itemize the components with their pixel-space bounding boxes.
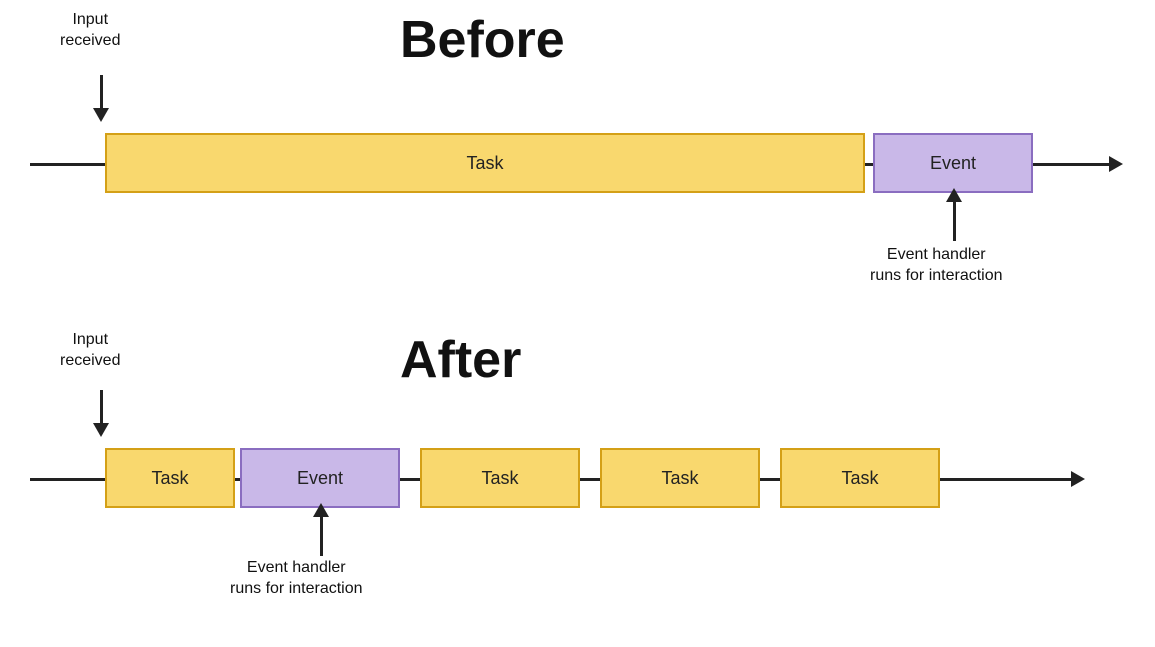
before-timeline-right: [1033, 163, 1113, 166]
after-event-handler-label: Event handlerruns for interaction: [230, 558, 363, 600]
before-input-arrow: [93, 108, 109, 122]
before-title: Before: [400, 10, 565, 70]
after-timeline-2: [400, 478, 420, 481]
after-event-box: Event: [240, 448, 400, 508]
before-task-box: Task: [105, 133, 865, 193]
before-arrow-right: [1109, 156, 1123, 172]
after-input-label: Inputreceived: [60, 330, 120, 372]
after-timeline-3: [580, 478, 600, 481]
before-event-handler-label: Event handlerruns for interaction: [870, 245, 1003, 287]
diagram-container: Before Inputreceived Task Event Event ha…: [0, 0, 1155, 647]
after-task1-box: Task: [105, 448, 235, 508]
after-input-arrow: [93, 423, 109, 437]
after-task2-box: Task: [420, 448, 580, 508]
before-event-arrow-up: [946, 188, 962, 202]
after-task3-box: Task: [600, 448, 760, 508]
before-timeline-mid: [865, 163, 873, 166]
after-task4-box: Task: [780, 448, 940, 508]
after-title: After: [400, 330, 521, 390]
after-event-arrow-up: [313, 503, 329, 517]
after-arrow-right: [1071, 471, 1085, 487]
after-timeline-4: [760, 478, 780, 481]
after-timeline-right: [940, 478, 1075, 481]
before-timeline-left: [30, 163, 105, 166]
after-timeline-left: [30, 478, 105, 481]
before-event-box: Event: [873, 133, 1033, 193]
before-input-label: Inputreceived: [60, 10, 120, 52]
